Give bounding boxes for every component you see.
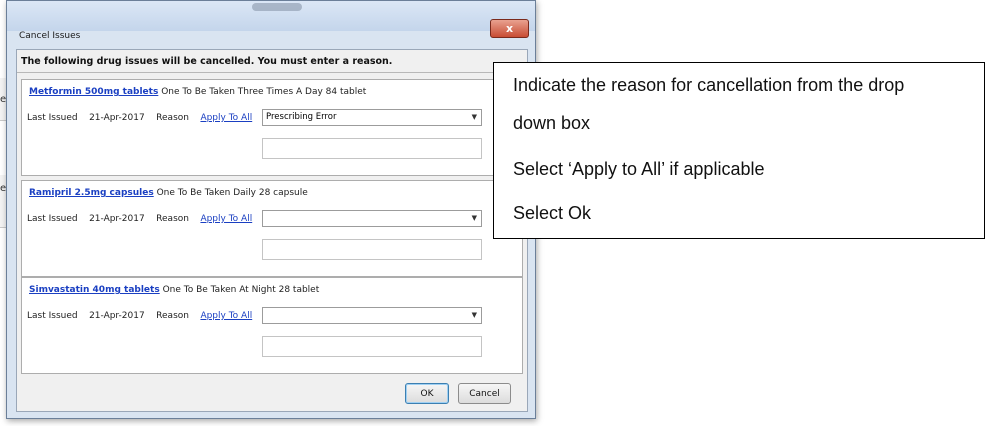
dosage-text: One To Be Taken Daily 28 capsule: [156, 188, 308, 198]
last-issued-date: 21-Apr-2017: [89, 214, 145, 224]
chevron-down-icon: ▼: [471, 214, 477, 222]
apply-to-all-link[interactable]: Apply To All: [200, 113, 252, 123]
dialog-title: Cancel Issues: [19, 31, 81, 41]
last-issued-date: 21-Apr-2017: [89, 113, 145, 123]
issue-line: Last Issued 21-Apr-2017 Reason Apply To …: [27, 214, 252, 224]
issue-card: Simvastatin 40mg tablets One To Be Taken…: [21, 277, 523, 374]
cancel-issues-dialog: Cancel Issues x The following drug issue…: [6, 0, 536, 419]
last-issued-label: Last Issued: [27, 311, 78, 321]
instruction-callout: Indicate the reason for cancellation fro…: [493, 62, 985, 239]
drug-line: Ramipril 2.5mg capsules One To Be Taken …: [29, 188, 308, 198]
reason-label: Reason: [156, 311, 189, 321]
issue-line: Last Issued 21-Apr-2017 Reason Apply To …: [27, 311, 252, 321]
close-icon: x: [505, 22, 514, 35]
apply-to-all-link[interactable]: Apply To All: [200, 214, 252, 224]
apply-to-all-link[interactable]: Apply To All: [200, 311, 252, 321]
titlebar-ghost-text: [252, 3, 302, 11]
reason-label: Reason: [156, 113, 189, 123]
reason-text-input[interactable]: [262, 336, 482, 357]
last-issued-label: Last Issued: [27, 113, 78, 123]
reason-dropdown-value: Prescribing Error: [266, 112, 337, 122]
last-issued-date: 21-Apr-2017: [89, 311, 145, 321]
reason-text-input[interactable]: [262, 239, 482, 260]
instruction-text: The following drug issues will be cancel…: [21, 56, 393, 67]
reason-dropdown[interactable]: ▼: [262, 210, 482, 227]
dosage-text: One To Be Taken At Night 28 tablet: [162, 285, 320, 295]
reason-dropdown[interactable]: Prescribing Error ▼: [262, 109, 482, 126]
issue-card: Ramipril 2.5mg capsules One To Be Taken …: [21, 180, 523, 277]
dialog-titlebar: [7, 1, 535, 31]
drug-line: Simvastatin 40mg tablets One To Be Taken…: [29, 285, 319, 295]
drug-link[interactable]: Metformin 500mg tablets: [29, 87, 158, 97]
close-button[interactable]: x: [490, 19, 529, 38]
issue-card: Metformin 500mg tablets One To Be Taken …: [21, 79, 523, 176]
ok-button[interactable]: OK: [405, 383, 449, 404]
dosage-text: One To Be Taken Three Times A Day 84 tab…: [161, 87, 367, 97]
drug-link[interactable]: Ramipril 2.5mg capsules: [29, 188, 154, 198]
callout-line: Select Ok: [513, 203, 592, 223]
reason-dropdown[interactable]: ▼: [262, 307, 482, 324]
issue-line: Last Issued 21-Apr-2017 Reason Apply To …: [27, 113, 252, 123]
chevron-down-icon: ▼: [471, 311, 477, 319]
callout-line: Select ‘Apply to All’ if applicable: [513, 159, 765, 179]
reason-label: Reason: [156, 214, 189, 224]
cancel-button[interactable]: Cancel: [458, 383, 511, 404]
reason-text-input[interactable]: [262, 138, 482, 159]
drug-link[interactable]: Simvastatin 40mg tablets: [29, 285, 160, 295]
callout-line: Indicate the reason for cancellation fro…: [513, 75, 905, 95]
divider: [17, 72, 527, 73]
callout-line: down box: [513, 113, 591, 133]
last-issued-label: Last Issued: [27, 214, 78, 224]
dialog-body: The following drug issues will be cancel…: [16, 49, 528, 412]
drug-line: Metformin 500mg tablets One To Be Taken …: [29, 87, 366, 97]
chevron-down-icon: ▼: [471, 113, 477, 121]
